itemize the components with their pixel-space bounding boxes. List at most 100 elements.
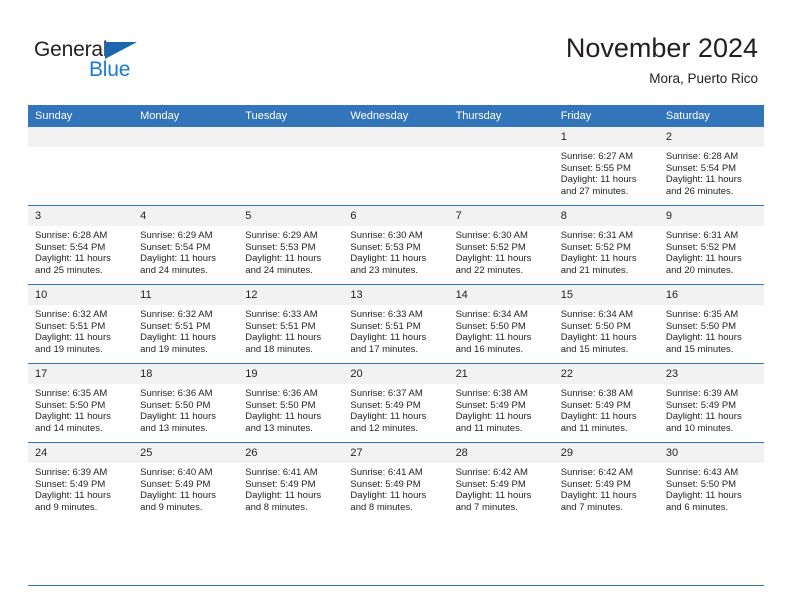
day-number: 27 [343,443,449,463]
calendar-week-row: 24 Sunrise: 6:39 AM Sunset: 5:49 PM Dayligh… [28,442,764,521]
sunset-text: Sunset: 5:52 PM [665,241,737,253]
sunrise-text: Sunrise: 6:32 AM [140,309,213,320]
day-number: 7 [448,206,554,226]
daylight-text: Daylight: 11 hours and 9 minutes. [140,490,217,513]
calendar-day-cell-28[interactable]: 28 Sunrise: 6:42 AM Sunset: 5:49 PM Dayligh… [448,442,554,521]
calendar-day-cell-16[interactable]: 16 Sunrise: 6:35 AM Sunset: 5:50 PM Dayligh… [658,284,764,364]
calendar-day-cell-5[interactable]: 5 Sunrise: 6:29 AM Sunset: 5:53 PM Daylight… [238,205,344,285]
calendar-day-cell-13[interactable]: 13 Sunrise: 6:33 AM Sunset: 5:51 PM Dayligh… [343,284,449,364]
day-number: 24 [28,443,134,463]
daylight-text: Daylight: 11 hours and 14 minutes. [35,411,111,434]
day-details: Sunrise: 6:32 AM Sunset: 5:51 PM Daylight:… [133,305,238,355]
day-number: 15 [553,285,659,305]
calendar-day-cell-19[interactable]: 19 Sunrise: 6:36 AM Sunset: 5:50 PM Dayligh… [238,363,344,443]
sunset-text: Sunset: 5:51 PM [350,320,421,332]
sunrise-text: Sunrise: 6:35 AM [665,309,739,320]
day-details: Sunrise: 6:41 AM Sunset: 5:49 PM Daylight:… [343,463,448,513]
sunrise-text: Sunrise: 6:30 AM [350,230,423,241]
day-details: Sunrise: 6:34 AM Sunset: 5:50 PM Daylight:… [554,305,659,355]
day-number: 13 [343,285,449,305]
sunset-text: Sunset: 5:49 PM [245,478,316,490]
calendar-day-cell-3[interactable]: 3 Sunrise: 6:28 AM Sunset: 5:54 PM Daylight… [28,205,134,285]
calendar-day-cell-17[interactable]: 17 Sunrise: 6:35 AM Sunset: 5:50 PM Dayligh… [28,363,134,443]
calendar-day-cell-26[interactable]: 26 Sunrise: 6:41 AM Sunset: 5:49 PM Dayligh… [238,442,344,521]
calendar-day-cell-empty [448,127,554,206]
calendar-day-cell-22[interactable]: 22 Sunrise: 6:38 AM Sunset: 5:49 PM Dayligh… [553,363,659,443]
calendar-day-cell-29[interactable]: 29 Sunrise: 6:42 AM Sunset: 5:49 PM Dayligh… [553,442,659,521]
calendar-day-cell-9[interactable]: 9 Sunrise: 6:31 AM Sunset: 5:52 PM Daylight… [658,205,764,285]
sunrise-text: Sunrise: 6:31 AM [665,230,739,241]
day-details: Sunrise: 6:30 AM Sunset: 5:53 PM Daylight:… [343,226,448,276]
calendar-day-cell-15[interactable]: 15 Sunrise: 6:34 AM Sunset: 5:50 PM Dayligh… [553,284,659,364]
sunset-text: Sunset: 5:51 PM [245,320,316,332]
day-details: Sunrise: 6:36 AM Sunset: 5:50 PM Daylight:… [238,384,343,434]
sunrise-text: Sunrise: 6:28 AM [665,151,739,162]
sunset-text: Sunset: 5:52 PM [455,241,526,253]
day-number: 25 [133,443,239,463]
calendar-day-cell-12[interactable]: 12 Sunrise: 6:33 AM Sunset: 5:51 PM Dayligh… [238,284,344,364]
day-details: Sunrise: 6:38 AM Sunset: 5:49 PM Daylight:… [554,384,659,434]
calendar-day-cell-8[interactable]: 8 Sunrise: 6:31 AM Sunset: 5:52 PM Daylight… [553,205,659,285]
day-number: 6 [343,206,449,226]
calendar-day-cell-23[interactable]: 23 Sunrise: 6:39 AM Sunset: 5:49 PM Dayligh… [658,363,764,443]
sunset-text: Sunset: 5:49 PM [140,478,211,490]
daylight-text: Daylight: 11 hours and 26 minutes. [665,174,742,197]
weekday-header-saturday: Saturday [658,105,764,127]
calendar-day-cell-25[interactable]: 25 Sunrise: 6:40 AM Sunset: 5:49 PM Dayligh… [133,442,239,521]
calendar-day-cell-1[interactable]: 1 Sunrise: 6:27 AM Sunset: 5:55 PM Daylight… [553,127,659,206]
day-number: 5 [238,206,344,226]
calendar-day-cell-27[interactable]: 27 Sunrise: 6:41 AM Sunset: 5:49 PM Dayligh… [343,442,449,521]
sunset-text: Sunset: 5:51 PM [140,320,211,332]
sunset-text: Sunset: 5:52 PM [560,241,631,253]
weekday-header-tuesday: Tuesday [238,105,344,127]
sunset-text: Sunset: 5:50 PM [665,478,737,490]
daylight-text: Daylight: 11 hours and 24 minutes. [245,253,322,276]
calendar-week-row: 3 Sunrise: 6:28 AM Sunset: 5:54 PM Daylight… [28,205,764,285]
day-number: 16 [658,285,764,305]
sunrise-text: Sunrise: 6:29 AM [245,230,318,241]
calendar-day-cell-30[interactable]: 30 Sunrise: 6:43 AM Sunset: 5:50 PM Dayligh… [658,442,764,521]
daylight-text: Daylight: 11 hours and 13 minutes. [140,411,217,434]
sunrise-text: Sunrise: 6:32 AM [35,309,108,320]
day-details: Sunrise: 6:36 AM Sunset: 5:50 PM Daylight:… [133,384,238,434]
day-details: Sunrise: 6:29 AM Sunset: 5:54 PM Daylight:… [133,226,238,276]
calendar-day-cell-4[interactable]: 4 Sunrise: 6:29 AM Sunset: 5:54 PM Daylight… [133,205,239,285]
daylight-text: Daylight: 11 hours and 12 minutes. [350,411,427,434]
day-details: Sunrise: 6:38 AM Sunset: 5:49 PM Daylight:… [449,384,554,434]
day-number: 2 [658,127,764,147]
day-number: 9 [658,206,764,226]
sunrise-text: Sunrise: 6:39 AM [665,388,739,399]
calendar-day-cell-14[interactable]: 14 Sunrise: 6:34 AM Sunset: 5:50 PM Dayligh… [448,284,554,364]
sunset-text: Sunset: 5:51 PM [35,320,106,332]
sunset-text: Sunset: 5:54 PM [35,241,106,253]
calendar-day-cell-21[interactable]: 21 Sunrise: 6:38 AM Sunset: 5:49 PM Dayligh… [448,363,554,443]
calendar-day-cell-2[interactable]: 2 Sunrise: 6:28 AM Sunset: 5:54 PM Daylight… [658,127,764,206]
day-details: Sunrise: 6:35 AM Sunset: 5:50 PM Daylight:… [659,305,764,355]
daylight-text: Daylight: 11 hours and 8 minutes. [350,490,427,513]
calendar-day-cell-7[interactable]: 7 Sunrise: 6:30 AM Sunset: 5:52 PM Daylight… [448,205,554,285]
calendar-day-cell-10[interactable]: 10 Sunrise: 6:32 AM Sunset: 5:51 PM Dayligh… [28,284,134,364]
generalblue-logo[interactable]: General Blue [34,38,164,84]
day-number [343,127,449,147]
sunrise-text: Sunrise: 6:27 AM [560,151,634,162]
calendar-day-cell-11[interactable]: 11 Sunrise: 6:32 AM Sunset: 5:51 PM Dayligh… [133,284,239,364]
day-details: Sunrise: 6:28 AM Sunset: 5:54 PM Daylight:… [28,226,133,276]
day-details: Sunrise: 6:43 AM Sunset: 5:50 PM Daylight:… [659,463,764,513]
day-details: Sunrise: 6:39 AM Sunset: 5:49 PM Daylight:… [28,463,133,513]
calendar-day-cell-6[interactable]: 6 Sunrise: 6:30 AM Sunset: 5:53 PM Daylight… [343,205,449,285]
sunset-text: Sunset: 5:49 PM [560,478,631,490]
sunset-text: Sunset: 5:49 PM [350,478,421,490]
day-number: 18 [133,364,239,384]
calendar-day-cell-24[interactable]: 24 Sunrise: 6:39 AM Sunset: 5:49 PM Dayligh… [28,442,134,521]
sunset-text: Sunset: 5:50 PM [455,320,526,332]
day-number: 23 [658,364,764,384]
calendar-day-cell-20[interactable]: 20 Sunrise: 6:37 AM Sunset: 5:49 PM Dayligh… [343,363,449,443]
calendar-day-cell-18[interactable]: 18 Sunrise: 6:36 AM Sunset: 5:50 PM Dayligh… [133,363,239,443]
calendar-day-cell-empty [238,127,344,206]
sunset-text: Sunset: 5:53 PM [245,241,316,253]
day-details: Sunrise: 6:31 AM Sunset: 5:52 PM Daylight:… [554,226,659,276]
sunrise-text: Sunrise: 6:34 AM [455,309,528,320]
sunrise-text: Sunrise: 6:30 AM [455,230,528,241]
sunrise-text: Sunrise: 6:28 AM [35,230,108,241]
page-subtitle: Mora, Puerto Rico [649,71,758,86]
